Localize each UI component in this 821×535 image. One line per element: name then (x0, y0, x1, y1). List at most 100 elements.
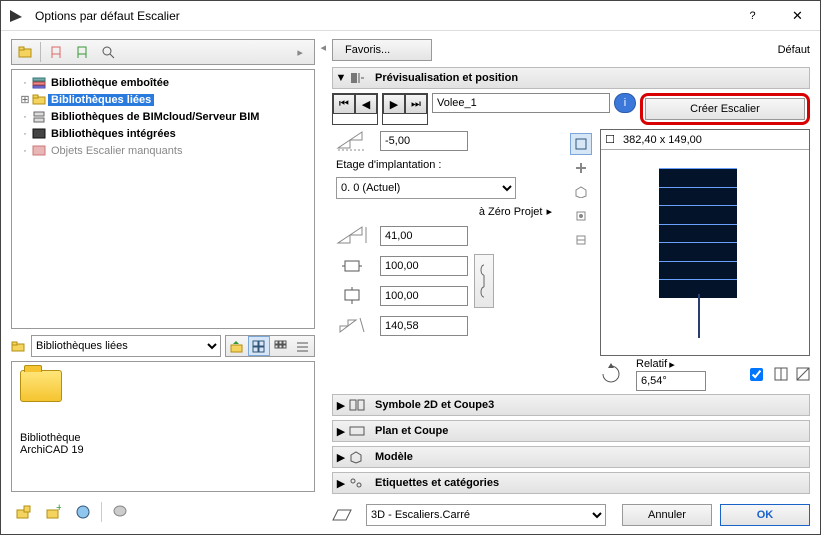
rotate-icon[interactable] (600, 363, 628, 385)
nav-next-icon[interactable]: ▶ (383, 94, 405, 114)
folder-yellow-icon (32, 94, 48, 105)
expand-right-icon[interactable]: ▶ (333, 425, 349, 438)
plan-handle-icon[interactable] (570, 157, 592, 179)
close-button[interactable]: ✕ (775, 1, 820, 31)
section-title: Prévisualisation et position (371, 72, 518, 84)
tags-icon (349, 477, 371, 489)
nav-first-icon[interactable]: ⏮ (333, 94, 355, 114)
link-dimensions-icon[interactable] (474, 254, 494, 308)
tree-label: Bibliothèques intégrées (48, 128, 179, 140)
plan-elev-icon[interactable] (570, 229, 592, 251)
chair-green-icon[interactable] (69, 40, 95, 64)
plan-size-label: 382,40 x 149,00 (619, 134, 702, 146)
elevation-icon (332, 129, 374, 153)
nav-prev-icon[interactable]: ◀ (355, 94, 377, 114)
tree-item-integrated[interactable]: · Bibliothèques intégrées (18, 125, 308, 142)
plan-preview[interactable]: ☐ 382,40 x 149,00 (600, 129, 810, 356)
expand-right-icon[interactable]: ▶ (333, 477, 349, 490)
window-title: Options par défaut Escalier (31, 9, 730, 23)
chair-pink-icon[interactable] (43, 40, 69, 64)
plan-section-icon[interactable] (570, 205, 592, 227)
mirror-x-icon (774, 367, 788, 381)
relative-arrow-icon[interactable]: ▸ (669, 358, 675, 371)
help-button[interactable]: ? (730, 1, 775, 31)
library-path-combo[interactable]: Bibliothèques liées (31, 335, 221, 357)
folder-large-icon[interactable] (20, 370, 62, 402)
library-search-input[interactable] (121, 44, 238, 60)
favorites-button[interactable]: Favoris... (332, 39, 432, 61)
globe-icon[interactable] (71, 500, 95, 524)
expander-plus-icon[interactable]: ⊞ (18, 93, 32, 106)
section-title: Plan et Coupe (371, 425, 448, 437)
ok-button[interactable]: OK (720, 504, 810, 526)
view-up-icon[interactable] (226, 336, 248, 356)
nav-last-icon[interactable]: ⏭ (405, 94, 427, 114)
load-object-icon[interactable]: + (41, 500, 65, 524)
cancel-button[interactable]: Annuler (622, 504, 712, 526)
mirror-x-checkbox[interactable] (750, 368, 763, 381)
view-large-icons[interactable] (248, 336, 270, 356)
story-label: Etage d'implantation : (332, 159, 562, 171)
load-library-icon[interactable] (11, 500, 35, 524)
section-plan[interactable]: ▶ Plan et Coupe (332, 420, 810, 442)
folder-small-icon (11, 341, 27, 352)
library-preview: Bibliothèque ArchiCAD 19 (11, 361, 315, 492)
library-tree[interactable]: · Bibliothèque emboîtée ⊞ Bibliothèques … (11, 69, 315, 329)
plan-3d-icon[interactable] (570, 181, 592, 203)
server-icon (32, 111, 48, 123)
height-input[interactable] (380, 226, 468, 246)
angle-input[interactable] (636, 371, 706, 391)
relative-label: Relatif (636, 358, 667, 370)
tree-item-missing[interactable]: · Objets Escalier manquants (18, 142, 308, 159)
width-icon (332, 254, 374, 278)
stair-plan-graphic (659, 168, 737, 298)
depth-input[interactable] (380, 286, 468, 306)
expander-icon[interactable]: · (18, 111, 32, 123)
preview-name-1: Bibliothèque (20, 432, 306, 444)
left-bottom-strip: + (11, 498, 315, 526)
mirror-diag-icon[interactable] (796, 367, 810, 381)
expand-right-icon[interactable]: ▶ (333, 399, 349, 412)
create-stair-button[interactable]: Créer Escalier (645, 98, 805, 120)
width-input[interactable] (380, 256, 468, 276)
ref-level-arrow-icon[interactable]: ▸ (546, 205, 552, 218)
story-combo[interactable]: 0. 0 (Actuel) (336, 177, 516, 199)
info-icon[interactable]: i (614, 93, 636, 113)
tree-label: Bibliothèques liées (48, 94, 154, 106)
book-stack-icon (32, 77, 48, 89)
section-etiquettes[interactable]: ▶ Etiquettes et catégories (332, 472, 810, 494)
section-modele[interactable]: ▶ Modèle (332, 446, 810, 468)
floorplan-icon (332, 508, 358, 522)
view-small-icons[interactable] (270, 336, 292, 356)
info-bubble-icon[interactable] (108, 500, 132, 524)
default-label: Défaut (778, 44, 810, 56)
section-preview-position[interactable]: ▼ Prévisualisation et position (332, 67, 810, 89)
section-title: Symbole 2D et Coupe3 (371, 399, 494, 411)
run-input[interactable] (380, 316, 468, 336)
expander-icon[interactable]: · (18, 128, 32, 140)
plan-top-icon[interactable] (570, 133, 592, 155)
elevation-input[interactable] (380, 131, 468, 151)
tree-label: Objets Escalier manquants (48, 145, 185, 157)
symbol-2d-icon (349, 399, 371, 411)
expander-icon[interactable]: · (18, 77, 32, 89)
expander-icon[interactable]: · (18, 145, 32, 157)
splitter-handle[interactable]: ◂ (319, 31, 328, 534)
tree-item-linked[interactable]: ⊞ Bibliothèques liées (18, 91, 308, 108)
search-go-icon[interactable]: ▸ (288, 40, 314, 64)
tree-item-embedded[interactable]: · Bibliothèque emboîtée (18, 74, 308, 91)
collapse-down-icon[interactable]: ▼ (333, 72, 349, 84)
view-list-icon[interactable] (292, 336, 314, 356)
ref-level-label: à Zéro Projet (479, 206, 543, 218)
origin-marker-icon[interactable]: ☐ (601, 133, 619, 146)
search-icon[interactable] (95, 40, 121, 64)
folder-icon[interactable] (12, 40, 38, 64)
view-select[interactable]: 3D - Escaliers.Carré (366, 504, 606, 526)
tree-item-bimcloud[interactable]: · Bibliothèques de BIMcloud/Serveur BIM (18, 108, 308, 125)
plan-view-strip (568, 129, 594, 388)
model-3d-icon (349, 450, 371, 464)
run-length-icon (332, 314, 374, 338)
stair-name-input[interactable] (432, 93, 610, 113)
expand-right-icon[interactable]: ▶ (333, 451, 349, 464)
section-symbole[interactable]: ▶ Symbole 2D et Coupe3 (332, 394, 810, 416)
